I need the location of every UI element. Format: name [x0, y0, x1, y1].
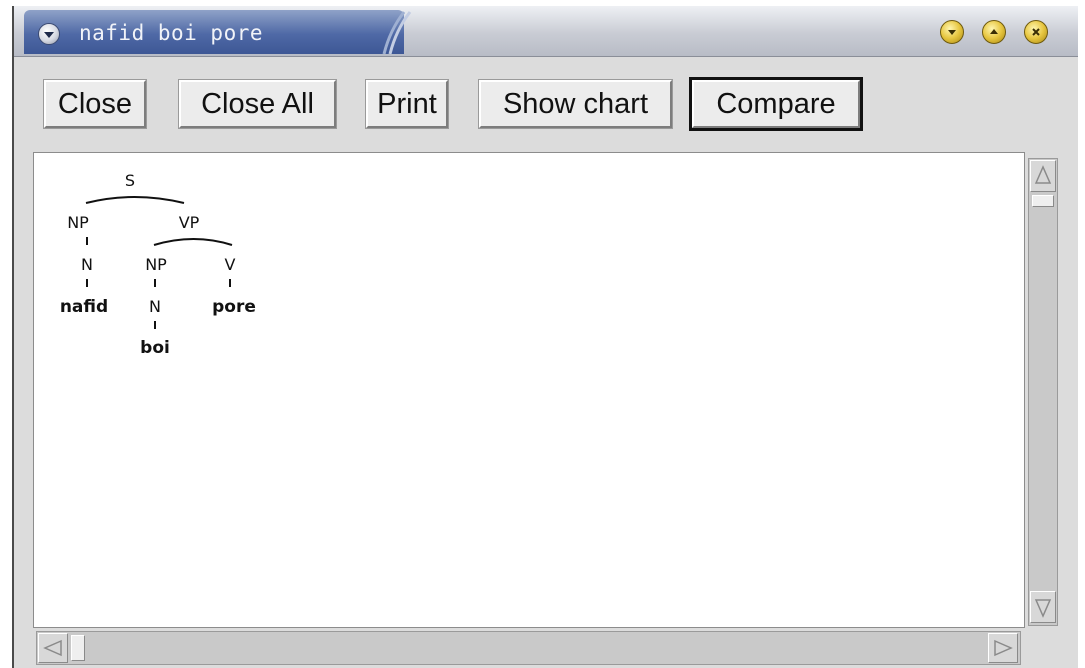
- tree-node-np-object: NP: [145, 255, 167, 274]
- close-window-button[interactable]: [1024, 20, 1048, 44]
- toolbar: Close Close All Print Show chart Compare: [14, 57, 1078, 150]
- horizontal-scroll-thumb[interactable]: [71, 635, 85, 661]
- tree-leaf-boi: boi: [140, 338, 170, 358]
- minimize-button[interactable]: [940, 20, 964, 44]
- horizontal-scrollbar[interactable]: [36, 631, 1021, 665]
- scroll-up-button[interactable]: [1030, 160, 1056, 192]
- arrow-left-icon: [43, 639, 62, 657]
- maximize-icon: [990, 29, 998, 34]
- scroll-down-button[interactable]: [1030, 591, 1056, 623]
- parse-tree-window: nafid boi pore Close Close All Print Sho…: [12, 6, 1078, 668]
- tree-leaf-nafid: nafid: [60, 297, 108, 317]
- minimize-icon: [948, 30, 956, 35]
- tree-node-s: S: [125, 171, 135, 190]
- tree-node-n-subject: N: [81, 255, 93, 274]
- title-bar[interactable]: nafid boi pore: [14, 6, 1078, 57]
- tree-node-np-subject: NP: [67, 213, 89, 232]
- parse-tree-canvas: S NP VP N NP V nafid N pore boi: [33, 152, 1025, 628]
- show-chart-button[interactable]: Show chart: [479, 80, 672, 128]
- scroll-left-button[interactable]: [38, 633, 68, 663]
- compare-button[interactable]: Compare: [692, 80, 860, 128]
- vertical-scroll-thumb[interactable]: [1032, 195, 1054, 207]
- close-all-button[interactable]: Close All: [179, 80, 336, 128]
- close-icon: [1032, 28, 1040, 36]
- tree-leaf-pore: pore: [212, 297, 256, 317]
- window-menu-icon[interactable]: [38, 23, 60, 45]
- print-button[interactable]: Print: [366, 80, 448, 128]
- arrow-right-icon: [994, 639, 1013, 657]
- arrow-down-icon: [1034, 599, 1052, 618]
- scroll-right-button[interactable]: [988, 633, 1018, 663]
- window-title: nafid boi pore: [79, 21, 264, 45]
- title-tab-edge-icon: [382, 11, 412, 54]
- tree-node-vp: VP: [179, 213, 200, 232]
- arrow-up-icon: [1034, 165, 1052, 184]
- parse-tree: S NP VP N NP V nafid N pore boi: [60, 171, 256, 358]
- tree-node-n-object: N: [149, 297, 161, 316]
- vertical-scrollbar[interactable]: [1028, 158, 1058, 626]
- close-button[interactable]: Close: [44, 80, 146, 128]
- maximize-button[interactable]: [982, 20, 1006, 44]
- title-tab: nafid boi pore: [24, 10, 404, 54]
- tree-node-v: V: [225, 255, 236, 274]
